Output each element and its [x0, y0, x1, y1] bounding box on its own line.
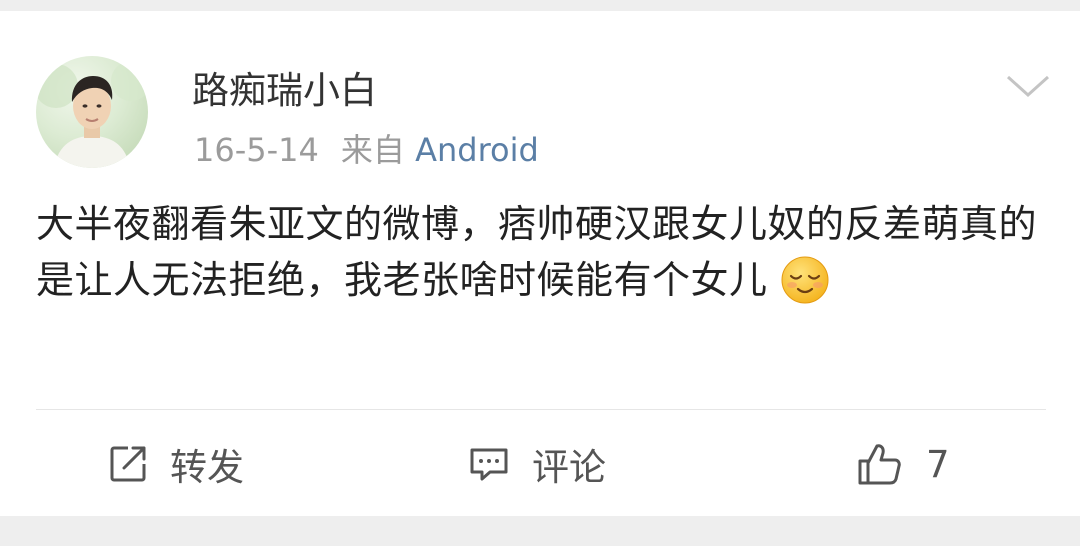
post-body: 大半夜翻看朱亚文的微博，痞帅硬汉跟女儿奴的反差萌真的是让人无法拒绝，我老张啥时候…	[36, 202, 1038, 302]
comment-icon	[470, 448, 508, 481]
post-text: 大半夜翻看朱亚文的微博，痞帅硬汉跟女儿奴的反差萌真的是让人无法拒绝，我老张啥时候…	[36, 196, 1046, 308]
thumbs-up-icon	[858, 444, 901, 485]
repost-label: 转发	[170, 446, 244, 489]
avatar[interactable]	[36, 56, 148, 168]
author-name[interactable]: 路痴瑞小白	[192, 69, 377, 113]
like-count: 7	[926, 442, 950, 486]
repost-icon	[110, 446, 146, 482]
repost-button[interactable]: 转发	[108, 437, 244, 491]
source-prefix: 来自	[340, 131, 405, 169]
post-date: 16-5-14	[194, 131, 319, 169]
weibo-post-card: 路痴瑞小白 16-5-14 来自 Android 大半夜翻看朱亚文的微博，痞帅硬汉…	[0, 11, 1080, 516]
divider	[36, 409, 1046, 410]
source-link[interactable]: Android	[415, 131, 539, 169]
chevron-down-icon[interactable]	[1004, 71, 1052, 101]
post-meta: 16-5-14 来自 Android	[194, 130, 539, 170]
comment-button[interactable]: 评论	[468, 437, 606, 491]
like-button[interactable]: 7	[856, 437, 950, 491]
relieved-face-emoji	[781, 256, 829, 303]
comment-label: 评论	[532, 446, 606, 489]
